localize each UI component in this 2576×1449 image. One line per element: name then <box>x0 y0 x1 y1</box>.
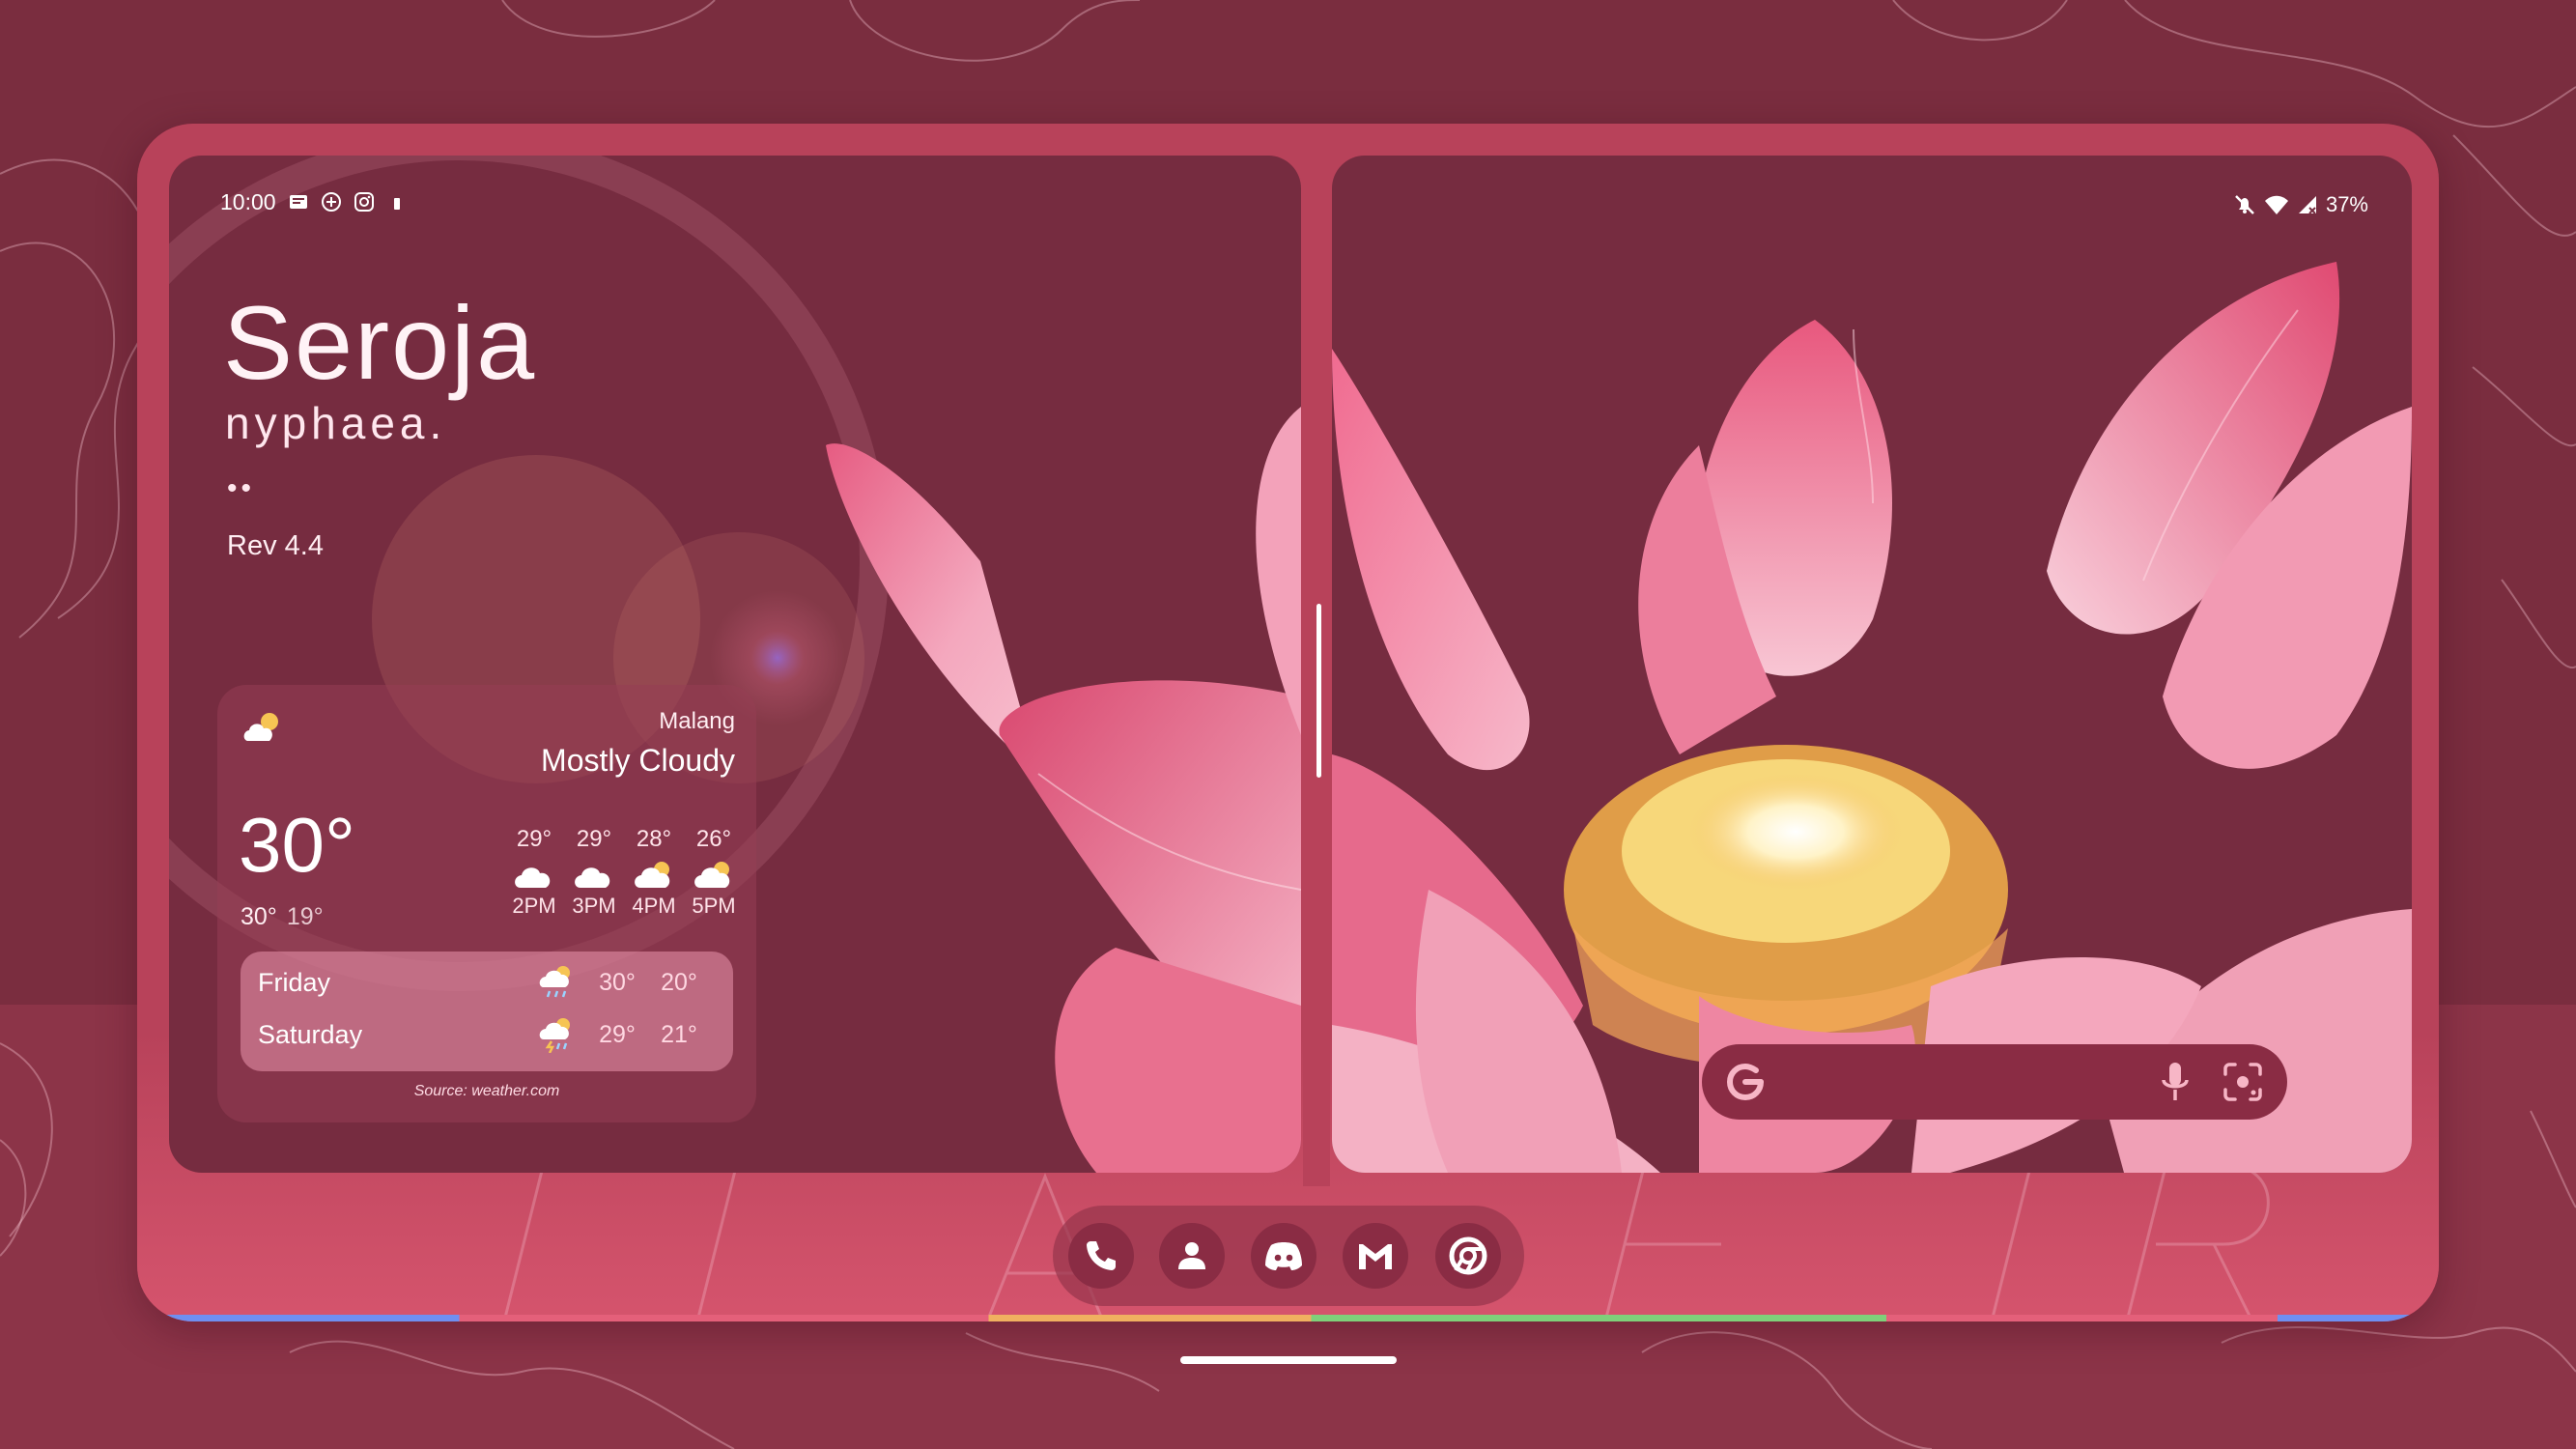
news-icon <box>288 191 309 213</box>
gmail-icon <box>1359 1244 1392 1269</box>
gmail-app-button[interactable] <box>1343 1223 1408 1289</box>
theme-subtitle: nyphaea. <box>225 398 447 448</box>
discord-icon <box>1265 1242 1302 1270</box>
hourly-label: 4PM <box>632 894 676 918</box>
daily-day: Saturday <box>258 1019 363 1049</box>
wifi-icon <box>2264 195 2288 214</box>
daily-day: Friday <box>258 967 331 997</box>
chrome-app-button[interactable] <box>1435 1223 1501 1289</box>
daily-low: 21° <box>661 1020 697 1048</box>
signal-icon <box>2298 196 2316 214</box>
hourly-item: 29° 2PM <box>511 826 557 919</box>
status-bar-left: 10:00 <box>220 187 408 216</box>
cloud-icon <box>575 867 610 888</box>
app-dock <box>1053 1206 1524 1306</box>
status-time: 10:00 <box>220 188 276 214</box>
weather-condition: Mostly Cloudy <box>541 743 735 778</box>
daily-forecast: Friday 30° 20° Saturday 29° 21° <box>241 952 733 1071</box>
revision-label: Rev 4.4 <box>227 530 324 561</box>
daily-row: Friday 30° 20° <box>258 963 722 1002</box>
lotus-wallpaper-right <box>1332 262 2412 1173</box>
battery-small-icon <box>386 191 408 213</box>
hourly-item: 29° 3PM <box>571 826 617 919</box>
cloud-icon <box>515 867 551 888</box>
left-screen: 10:00 Seroja nyphaea. •• Rev 4.4 Malang <box>169 156 1301 1173</box>
bell-off-icon <box>2235 195 2254 214</box>
hourly-item: 28° 4PM <box>631 826 677 919</box>
chrome-icon <box>1449 1236 1487 1275</box>
thunderstorm-icon <box>539 1018 570 1053</box>
hourly-label: 5PM <box>692 894 736 918</box>
right-screen: 37% <box>1332 156 2412 1173</box>
instagram-icon <box>354 191 375 213</box>
weather-temperature: 30° <box>239 802 355 888</box>
weather-high: 30° <box>241 903 277 930</box>
google-g-icon[interactable] <box>1723 1060 1768 1104</box>
hourly-item: 26° 5PM <box>691 826 737 919</box>
partly-cloudy-icon <box>694 862 730 888</box>
phone-app-button[interactable] <box>1068 1223 1134 1289</box>
hourly-temp: 29° <box>516 826 552 852</box>
lens-icon[interactable] <box>2222 1061 2264 1103</box>
battery-percentage: 37% <box>2325 192 2368 216</box>
assistant-plus-icon <box>321 191 342 213</box>
weather-low: 19° <box>286 903 324 930</box>
partly-cloudy-icon <box>243 713 278 741</box>
daily-high: 30° <box>599 968 636 996</box>
frame-edge-accent <box>137 1315 2439 1321</box>
status-bar-right: 37% <box>2233 192 2368 217</box>
daily-row: Saturday 29° 21° <box>258 1015 722 1054</box>
weather-city: Malang <box>659 708 735 734</box>
phone-icon <box>1087 1241 1116 1270</box>
partly-cloudy-icon <box>635 862 670 888</box>
hourly-label: 2PM <box>512 894 556 918</box>
weather-high-low: 30° 19° <box>241 903 324 931</box>
google-search-bar[interactable] <box>1702 1044 2287 1120</box>
foldable-device-frame: 10:00 Seroja nyphaea. •• Rev 4.4 Malang <box>137 124 2439 1321</box>
hourly-temp: 28° <box>636 826 672 852</box>
daily-high: 29° <box>599 1020 636 1048</box>
contacts-app-button[interactable] <box>1159 1223 1225 1289</box>
weather-widget[interactable]: Malang Mostly Cloudy 30° 30° 19° 29° 2PM … <box>217 685 756 1122</box>
daily-low: 20° <box>661 968 697 996</box>
page-dots: •• <box>227 472 256 504</box>
rain-icon <box>539 966 570 998</box>
contacts-icon <box>1178 1242 1205 1269</box>
weather-source: Source: weather.com <box>413 1083 560 1099</box>
hourly-label: 3PM <box>572 894 616 918</box>
hourly-temp: 29° <box>576 826 612 852</box>
hourly-temp: 26° <box>695 826 732 852</box>
hourly-forecast: 29° 2PM 29° 3PM 28° 4PM 26° 5PM <box>511 826 737 919</box>
mic-icon[interactable] <box>2156 1060 2194 1104</box>
theme-title: Seroja <box>223 284 537 401</box>
split-screen-handle[interactable] <box>1316 604 1321 778</box>
gesture-navigation-bar[interactable] <box>1180 1356 1397 1364</box>
discord-app-button[interactable] <box>1251 1223 1316 1289</box>
